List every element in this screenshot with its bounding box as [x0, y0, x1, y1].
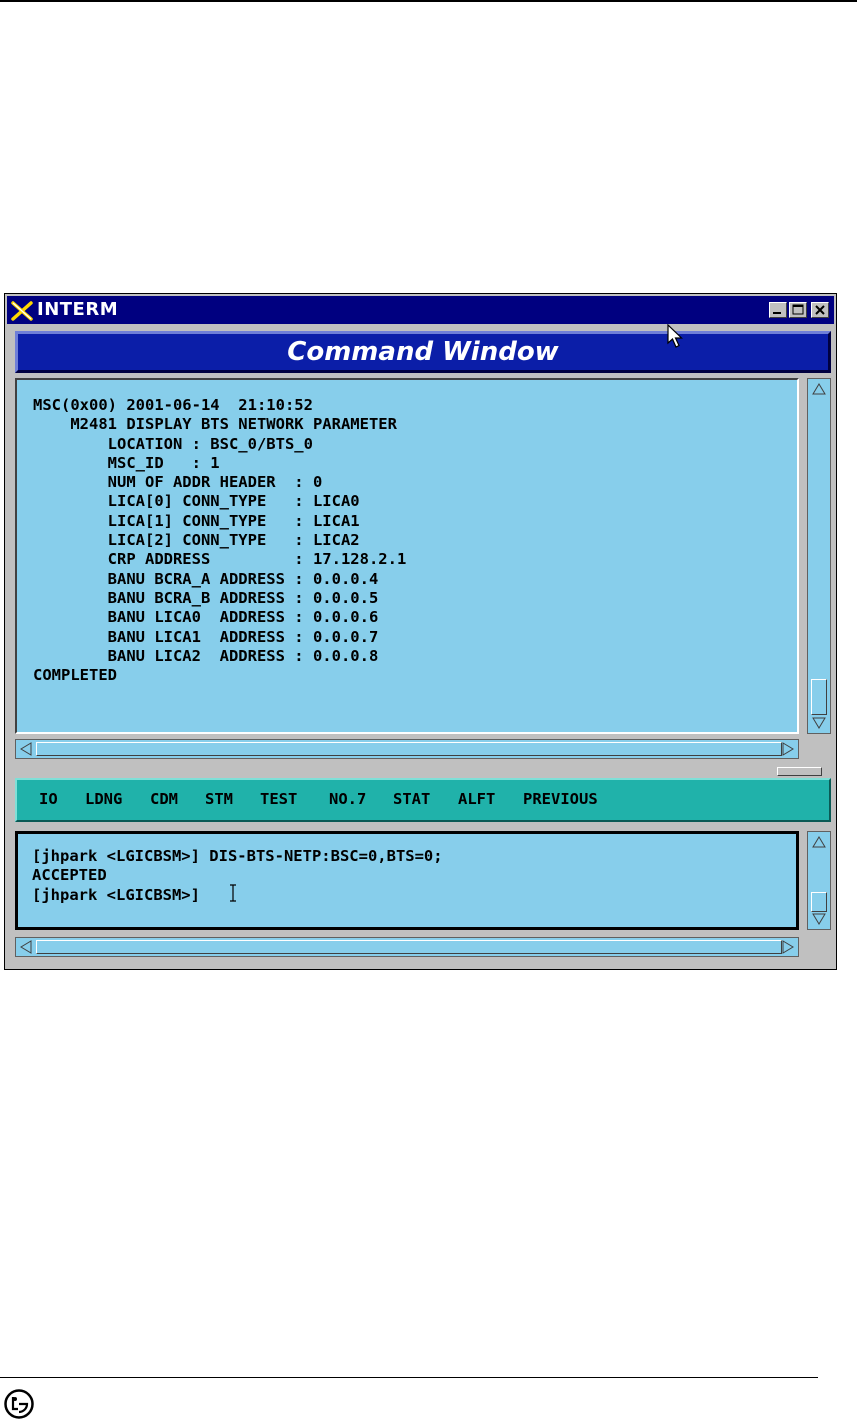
menu-item-no7[interactable]: NO.7 — [329, 790, 366, 808]
input-line: ACCEPTED — [32, 866, 107, 885]
input-text[interactable]: [jhpark <LGICBSM>] DIS-BTS-NETP:BSC=0,BT… — [32, 847, 443, 905]
output-line: CRP ADDRESS : 17.128.2.1 — [33, 550, 407, 569]
output-line: BANU LICA2 ADDRESS : 0.0.0.8 — [33, 646, 379, 665]
menu-item-io[interactable]: IO — [39, 790, 58, 808]
scroll-right-arrow-icon[interactable] — [780, 939, 796, 955]
scroll-left-arrow-icon[interactable] — [18, 939, 34, 955]
command-input-panel[interactable]: [jhpark <LGICBSM>] DIS-BTS-NETP:BSC=0,BT… — [15, 831, 799, 930]
menu-item-cdm[interactable]: CDM — [150, 790, 178, 808]
output-line: BANU LICA0 ADDRESS : 0.0.0.6 — [33, 608, 379, 627]
splitter-handle[interactable] — [777, 767, 822, 776]
input-line: [jhpark <LGICBSM>] DIS-BTS-NETP:BSC=0,BT… — [32, 847, 443, 865]
output-line: LOCATION : BSC_0/BTS_0 — [33, 434, 313, 453]
command-window-banner: Command Window — [15, 331, 831, 373]
output-hscroll-thumb[interactable] — [36, 742, 782, 756]
menu-item-test[interactable]: TEST — [260, 790, 297, 808]
output-line: MSC_ID : 1 — [33, 453, 220, 472]
output-horizontal-scrollbar[interactable] — [15, 739, 799, 759]
window-title: INTERM — [37, 299, 119, 320]
x-logo-icon — [11, 301, 33, 321]
output-line: LICA[2] CONN_TYPE : LICA2 — [33, 531, 360, 550]
output-scroll-thumb[interactable] — [811, 679, 827, 715]
input-line: [jhpark <LGICBSM>] — [32, 885, 200, 904]
output-line: BANU BCRA_B ADDRESS : 0.0.0.5 — [33, 588, 379, 607]
scroll-right-arrow-icon[interactable] — [780, 741, 796, 757]
input-scroll-thumb[interactable] — [811, 892, 827, 912]
maximize-icon — [792, 304, 804, 315]
output-line: LICA[0] CONN_TYPE : LICA0 — [33, 492, 360, 511]
menu-item-previous[interactable]: PREVIOUS — [523, 790, 598, 808]
text-cursor-icon — [230, 884, 236, 902]
menu-item-alft[interactable]: ALFT — [458, 790, 495, 808]
minimize-button[interactable] — [769, 302, 787, 318]
scroll-up-arrow-icon[interactable] — [811, 834, 827, 850]
output-line: COMPLETED — [33, 666, 117, 685]
output-line: LICA[1] CONN_TYPE : LICA1 — [33, 511, 360, 530]
command-menu-bar: IO LDNG CDM STM TEST NO.7 STAT ALFT PREV… — [15, 778, 831, 822]
close-button[interactable] — [811, 302, 829, 318]
input-horizontal-scrollbar[interactable] — [15, 937, 799, 957]
output-panel[interactable]: MSC(0x00) 2001-06-14 21:10:52 M2481 DISP… — [15, 378, 799, 734]
scroll-up-arrow-icon[interactable] — [811, 381, 827, 397]
input-hscroll-thumb[interactable] — [36, 940, 782, 954]
output-line: NUM OF ADDR HEADER : 0 — [33, 473, 323, 492]
minimize-icon — [773, 312, 781, 314]
output-line: M2481 DISPLAY BTS NETWORK PARAMETER — [33, 415, 397, 434]
lg-logo-icon — [4, 1389, 34, 1419]
maximize-button[interactable] — [789, 302, 807, 318]
scroll-down-arrow-icon[interactable] — [811, 715, 827, 731]
scroll-down-arrow-icon[interactable] — [811, 911, 827, 927]
output-text: MSC(0x00) 2001-06-14 21:10:52 M2481 DISP… — [33, 396, 406, 685]
title-bar[interactable]: INTERM — [7, 296, 834, 324]
output-line: BANU LICA1 ADDRESS : 0.0.0.7 — [33, 627, 379, 646]
page-top-rule — [0, 0, 857, 2]
close-icon — [815, 305, 825, 315]
output-line: BANU BCRA_A ADDRESS : 0.0.0.4 — [33, 569, 379, 588]
menu-item-ldng[interactable]: LDNG — [85, 790, 122, 808]
input-vertical-scrollbar[interactable] — [807, 831, 831, 930]
output-line: MSC(0x00) 2001-06-14 21:10:52 — [33, 396, 313, 414]
scroll-left-arrow-icon[interactable] — [18, 741, 34, 757]
banner-title: Command Window — [287, 337, 559, 367]
mouse-pointer-icon — [667, 324, 683, 348]
menu-item-stat[interactable]: STAT — [393, 790, 430, 808]
page-bottom-rule — [0, 1377, 818, 1378]
output-vertical-scrollbar[interactable] — [807, 378, 831, 734]
interm-window: INTERM Command Window MSC(0x00) 2001-06-… — [4, 293, 837, 970]
menu-item-stm[interactable]: STM — [205, 790, 233, 808]
